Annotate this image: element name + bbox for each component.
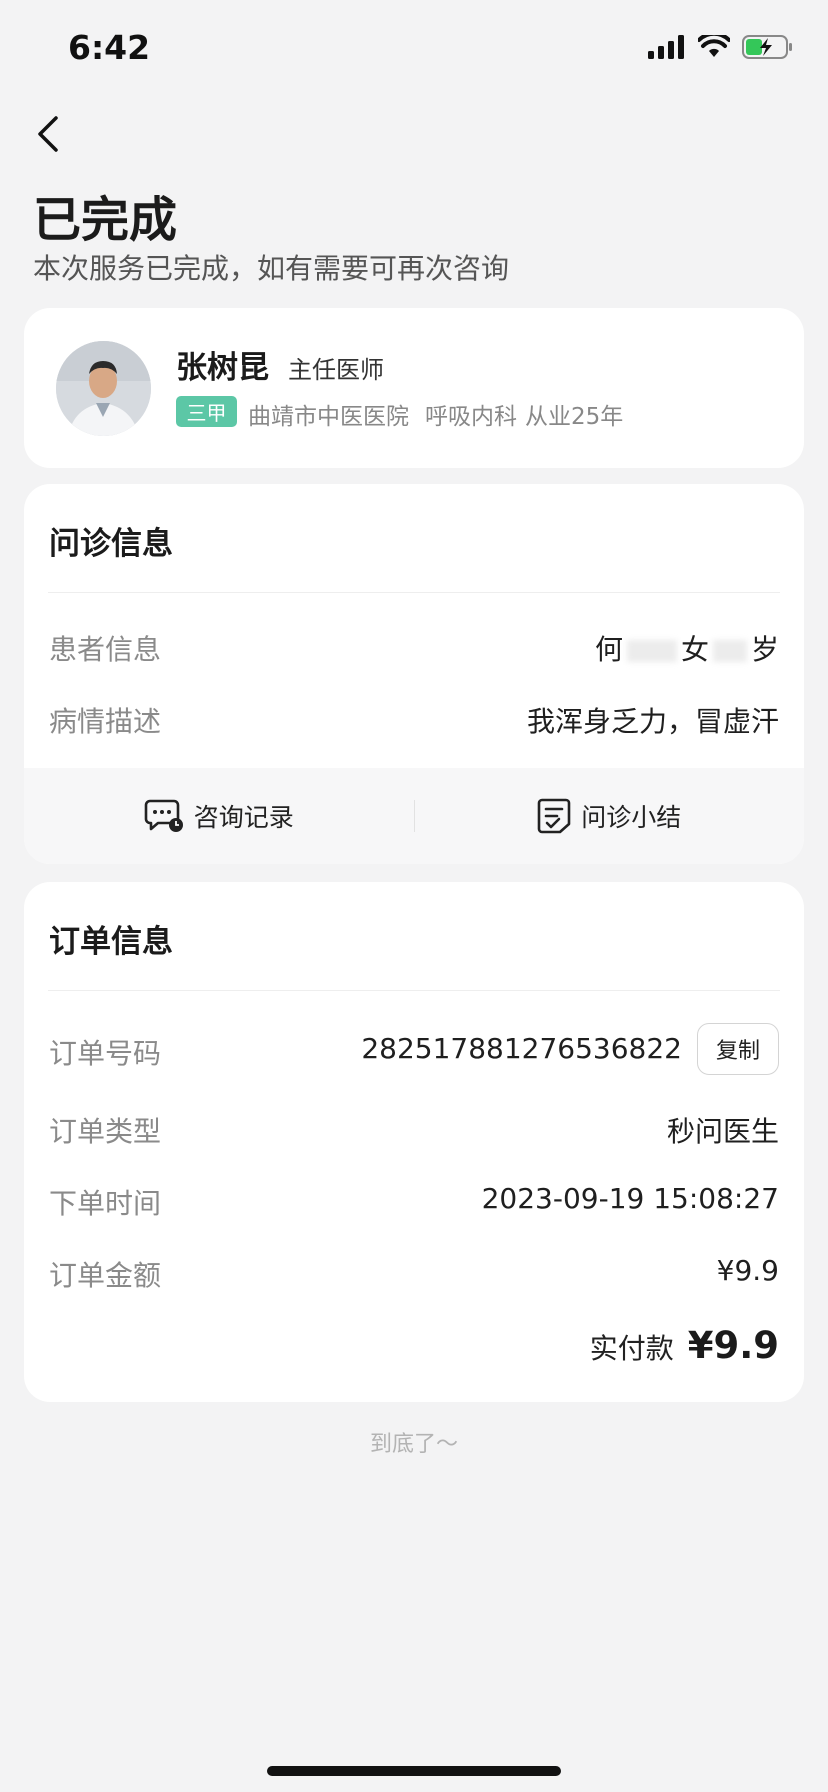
condition-value: 我浑身乏力，冒虚汗 [526, 705, 779, 738]
divider [48, 592, 780, 593]
order-type-value: 秒问医生 [666, 1115, 779, 1148]
order-time-value: 2023-09-19 15:08:27 [481, 1182, 779, 1215]
doctor-hospital: 曲靖市中医医院 [248, 404, 409, 430]
wifi-icon [698, 35, 730, 57]
patient-name: 何 [594, 633, 623, 666]
consultation-record-label: 咨询记录 [193, 803, 294, 832]
patient-age-unit: 岁 [750, 633, 779, 666]
home-indicator[interactable] [267, 1766, 561, 1776]
consultation-summary-label: 问诊小结 [581, 803, 682, 832]
doctor-experience: 从业25年 [525, 404, 624, 430]
cellular-signal-icon [648, 35, 684, 59]
chevron-left-icon [38, 116, 58, 152]
paid-label: 实付款 [589, 1332, 674, 1365]
paid-amount: ¥9.9 [687, 1324, 779, 1367]
doctor-card[interactable]: 张树昆 主任医师 三甲 曲靖市中医医院 呼吸内科 从业25年 [24, 308, 804, 468]
status-bar: 6:42 [0, 0, 828, 100]
copy-order-number-button[interactable]: 复制 [697, 1023, 779, 1075]
doctor-avatar [56, 341, 151, 436]
page-title: 已完成 [33, 192, 178, 248]
redacted-age [712, 640, 747, 662]
patient-info-value: 何女岁 [595, 628, 779, 668]
hospital-tier-badge: 三甲 [176, 396, 237, 427]
status-icons [648, 34, 794, 60]
consultation-card: 问诊信息 患者信息 何 女 岁 病情描述 我浑身乏力，冒虚汗 咨询记录 问诊小结 [24, 484, 804, 864]
paid-row: 实付款 ¥9.9 [590, 1324, 779, 1367]
order-number-value: 282517881276536822 [361, 1032, 682, 1065]
consultation-section-title: 问诊信息 [49, 526, 173, 562]
divider [48, 990, 780, 991]
order-number-label: 订单号码 [49, 1037, 162, 1070]
end-of-page-note: 到底了～ [369, 1432, 458, 1457]
redacted-name [626, 640, 677, 662]
order-amount-value: ¥9.9 [716, 1254, 779, 1287]
page-subtitle: 本次服务已完成，如有需要可再次咨询 [33, 252, 510, 285]
back-button[interactable] [18, 104, 78, 164]
order-type-label: 订单类型 [49, 1115, 162, 1148]
consultation-actions: 咨询记录 问诊小结 [24, 768, 804, 864]
doctor-meta: 曲靖市中医医院 呼吸内科 从业25年 [248, 397, 623, 431]
status-time: 6:42 [68, 28, 151, 67]
order-amount-label: 订单金额 [49, 1259, 162, 1292]
order-section-title: 订单信息 [49, 924, 173, 960]
patient-gender: 女 [680, 633, 709, 666]
consultation-summary-button[interactable]: 问诊小结 [415, 798, 805, 834]
condition-label: 病情描述 [49, 705, 162, 738]
consultation-record-button[interactable]: 咨询记录 [24, 798, 414, 834]
battery-charging-icon [742, 35, 792, 59]
doctor-name: 张树昆 [176, 350, 269, 386]
order-time-label: 下单时间 [49, 1187, 162, 1220]
summary-document-icon [537, 798, 571, 834]
patient-info-label: 患者信息 [49, 633, 162, 666]
chat-record-icon [144, 799, 183, 832]
order-card: 订单信息 订单号码 282517881276536822 复制 订单类型 秒问医… [24, 882, 804, 1402]
doctor-title: 主任医师 [288, 356, 384, 384]
doctor-department: 呼吸内科 [425, 404, 517, 430]
